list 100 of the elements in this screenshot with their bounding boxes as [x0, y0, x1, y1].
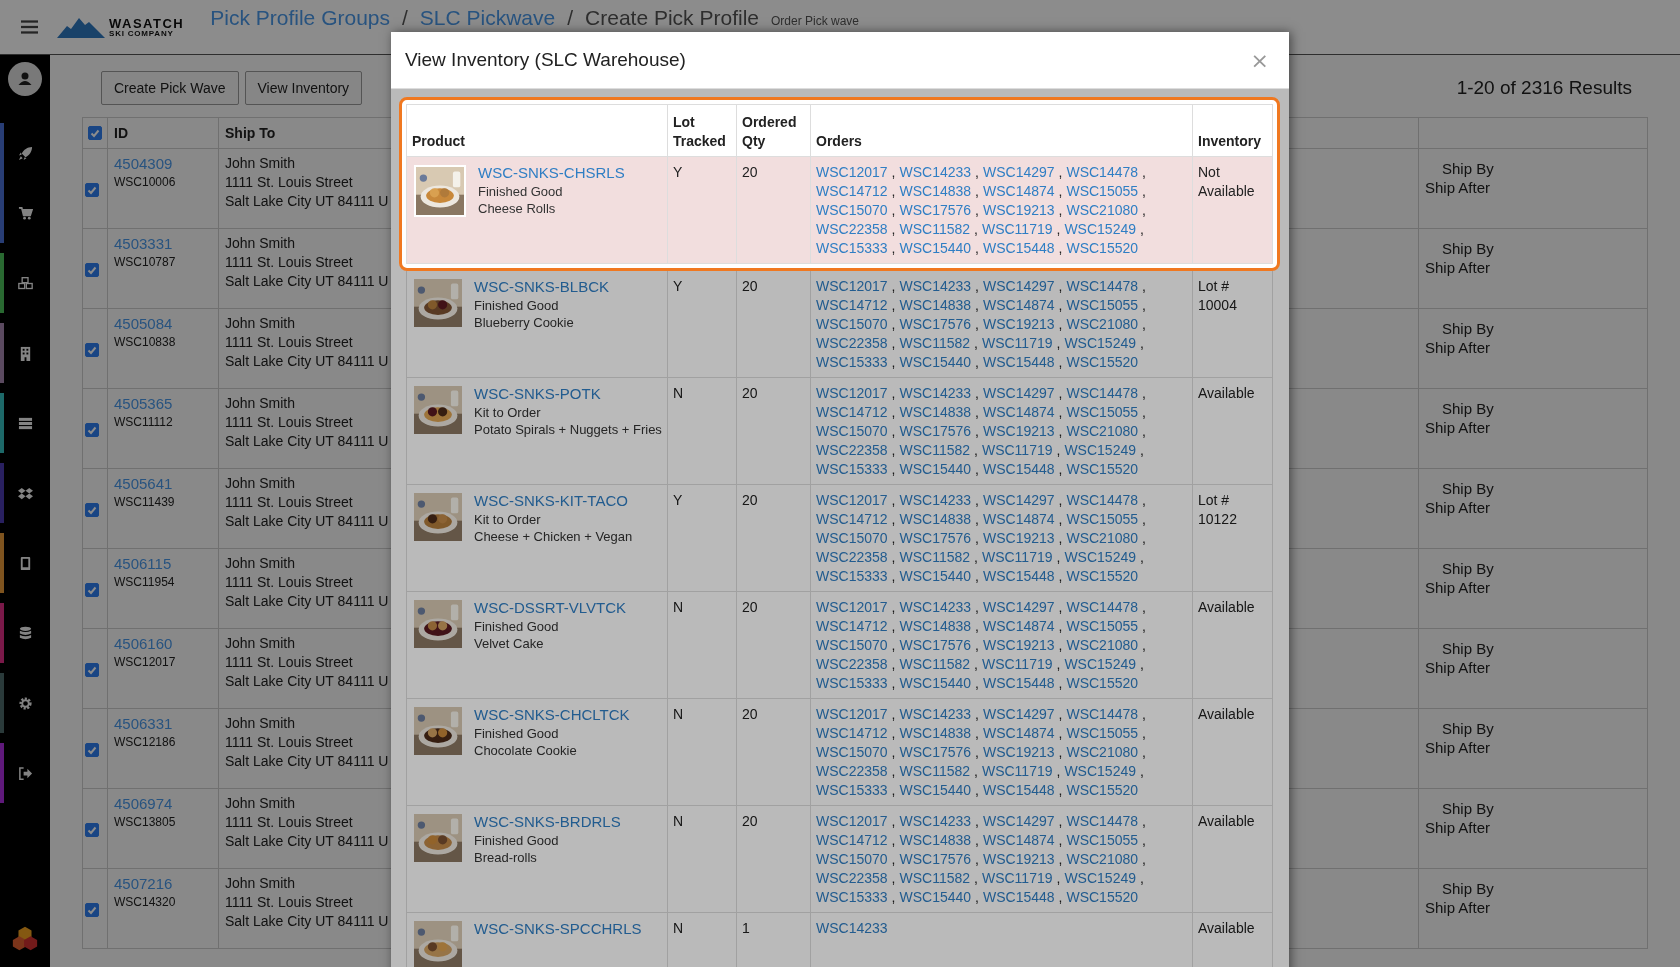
order-link[interactable]: WSC22358: [816, 549, 888, 565]
order-link[interactable]: WSC14712: [816, 183, 888, 199]
checkbox[interactable]: [85, 503, 99, 517]
toolbar-button[interactable]: Create Pick Wave: [101, 71, 239, 105]
product-sku-link[interactable]: WSC-SNKS-BRDRLS: [474, 812, 621, 832]
order-link[interactable]: WSC22358: [816, 221, 888, 237]
settings-icon[interactable]: [17, 695, 33, 711]
product-sku-link[interactable]: WSC-SNKS-BLBCK: [474, 277, 610, 297]
order-link[interactable]: WSC21080: [1066, 851, 1139, 867]
product-sku-link[interactable]: WSC-SNKS-SPCCHRLS: [474, 919, 642, 939]
order-link[interactable]: WSC14478: [1066, 164, 1139, 180]
order-link[interactable]: WSC11719: [981, 870, 1053, 886]
order-id-link[interactable]: 4504309: [114, 154, 212, 173]
order-link[interactable]: WSC14478: [1066, 492, 1139, 508]
checkbox[interactable]: [85, 183, 99, 197]
server-icon[interactable]: [17, 415, 33, 431]
order-link[interactable]: WSC14478: [1066, 385, 1139, 401]
order-link[interactable]: WSC14478: [1066, 706, 1139, 722]
order-link[interactable]: WSC14297: [982, 706, 1055, 722]
order-link[interactable]: WSC11719: [981, 549, 1053, 565]
product-sku-link[interactable]: WSC-SNKS-POTK: [474, 384, 662, 404]
checkbox[interactable]: [85, 663, 99, 677]
checkbox[interactable]: [85, 823, 99, 837]
order-link[interactable]: WSC11582: [899, 442, 971, 458]
order-link[interactable]: WSC14233: [899, 278, 972, 294]
order-link[interactable]: WSC15333: [816, 675, 888, 691]
checkbox[interactable]: [85, 743, 99, 757]
order-link[interactable]: WSC15520: [1066, 889, 1139, 905]
order-link[interactable]: WSC14712: [816, 404, 888, 420]
order-link[interactable]: WSC14874: [982, 511, 1055, 527]
order-link[interactable]: WSC15055: [1066, 725, 1139, 741]
order-link[interactable]: WSC22358: [816, 335, 888, 351]
order-link[interactable]: WSC15333: [816, 354, 888, 370]
order-link[interactable]: WSC11582: [899, 335, 971, 351]
order-link[interactable]: WSC14838: [899, 404, 972, 420]
order-link[interactable]: WSC15333: [816, 889, 888, 905]
order-link[interactable]: WSC14712: [816, 618, 888, 634]
order-link[interactable]: WSC17576: [899, 423, 972, 439]
order-link[interactable]: WSC17576: [899, 316, 972, 332]
order-link[interactable]: WSC15520: [1066, 568, 1139, 584]
order-link[interactable]: WSC19213: [982, 316, 1055, 332]
order-link[interactable]: WSC15249: [1064, 763, 1136, 779]
product-sku-link[interactable]: WSC-SNKS-CHCLTCK: [474, 705, 630, 725]
order-link[interactable]: WSC14297: [982, 278, 1055, 294]
order-link[interactable]: WSC22358: [816, 763, 888, 779]
order-link[interactable]: WSC12017: [816, 813, 888, 829]
order-link[interactable]: WSC14233: [899, 385, 972, 401]
order-link[interactable]: WSC14874: [982, 404, 1055, 420]
order-link[interactable]: WSC15249: [1064, 656, 1136, 672]
order-link[interactable]: WSC12017: [816, 706, 888, 722]
order-link[interactable]: WSC14297: [982, 813, 1055, 829]
checkbox[interactable]: [85, 423, 99, 437]
order-link[interactable]: WSC17576: [899, 530, 972, 546]
order-link[interactable]: WSC14838: [899, 832, 972, 848]
order-link[interactable]: WSC12017: [816, 599, 888, 615]
order-link[interactable]: WSC19213: [982, 851, 1055, 867]
order-link[interactable]: WSC14838: [899, 511, 972, 527]
order-link[interactable]: WSC11582: [899, 549, 971, 565]
order-link[interactable]: WSC14478: [1066, 278, 1139, 294]
order-link[interactable]: WSC15055: [1066, 832, 1139, 848]
order-id-link[interactable]: 4505641: [114, 474, 212, 493]
product-sku-link[interactable]: WSC-DSSRT-VLVTCK: [474, 598, 626, 618]
order-link[interactable]: WSC14233: [816, 920, 888, 936]
order-link[interactable]: WSC11719: [981, 442, 1053, 458]
order-link[interactable]: WSC19213: [982, 202, 1055, 218]
order-id-link[interactable]: 4507216: [114, 874, 212, 893]
order-link[interactable]: WSC11582: [899, 870, 971, 886]
order-id-link[interactable]: 4506331: [114, 714, 212, 733]
order-link[interactable]: WSC15520: [1066, 354, 1139, 370]
order-id-link[interactable]: 4506115: [114, 554, 212, 573]
checkbox[interactable]: [85, 263, 99, 277]
order-link[interactable]: WSC21080: [1066, 637, 1139, 653]
order-link[interactable]: WSC15520: [1066, 461, 1139, 477]
order-link[interactable]: WSC11719: [981, 221, 1053, 237]
order-link[interactable]: WSC14233: [899, 164, 972, 180]
order-link[interactable]: WSC21080: [1066, 530, 1139, 546]
order-link[interactable]: WSC15070: [816, 530, 888, 546]
order-link[interactable]: WSC14297: [982, 385, 1055, 401]
order-link[interactable]: WSC11719: [981, 335, 1053, 351]
order-link[interactable]: WSC14712: [816, 725, 888, 741]
order-id-link[interactable]: 4506160: [114, 634, 212, 653]
order-link[interactable]: WSC15448: [982, 354, 1055, 370]
order-link[interactable]: WSC12017: [816, 492, 888, 508]
order-link[interactable]: WSC14838: [899, 183, 972, 199]
order-link[interactable]: WSC15055: [1066, 618, 1139, 634]
close-button[interactable]: ×: [1250, 47, 1269, 73]
order-link[interactable]: WSC14478: [1066, 599, 1139, 615]
order-link[interactable]: WSC15055: [1066, 404, 1139, 420]
sign-out-icon[interactable]: [17, 765, 33, 781]
checkbox[interactable]: [88, 126, 102, 140]
order-link[interactable]: WSC14233: [899, 492, 972, 508]
order-link[interactable]: WSC15448: [982, 240, 1055, 256]
order-link[interactable]: WSC15440: [899, 568, 972, 584]
order-link[interactable]: WSC14712: [816, 832, 888, 848]
order-link[interactable]: WSC15440: [899, 461, 972, 477]
order-link[interactable]: WSC15070: [816, 851, 888, 867]
order-link[interactable]: WSC11582: [899, 763, 971, 779]
order-link[interactable]: WSC21080: [1066, 423, 1139, 439]
order-link[interactable]: WSC15440: [899, 240, 972, 256]
order-id-link[interactable]: 4505365: [114, 394, 212, 413]
